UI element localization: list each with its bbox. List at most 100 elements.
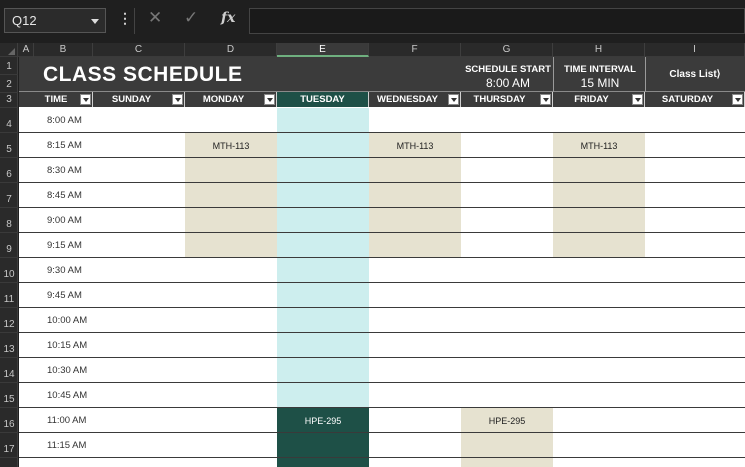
select-all-button[interactable] [0,43,18,57]
page-title: CLASS SCHEDULE [43,63,243,86]
time-row[interactable]: 10:00 AM [19,308,745,333]
row-header[interactable]: 7 [0,183,18,208]
header-tuesday-label: TUESDAY [300,94,345,105]
row-header[interactable]: 17 [0,433,18,458]
column-header-c[interactable]: C [93,43,185,57]
row-header[interactable]: 10 [0,258,18,283]
time-label: 8:45 AM [47,190,82,201]
time-label: 8:15 AM [47,140,82,151]
row-header[interactable]: 16 [0,408,18,433]
worksheet[interactable]: CLASS SCHEDULE SCHEDULE START 8:00 AM TI… [19,57,745,467]
row-header[interactable]: 8 [0,208,18,233]
title-bar: CLASS SCHEDULE SCHEDULE START 8:00 AM TI… [19,57,745,92]
enter-icon[interactable]: ✓ [184,8,198,28]
time-label: 10:00 AM [47,315,88,326]
filter-dropdown-icon[interactable] [632,94,643,105]
row-header[interactable]: 12 [0,308,18,333]
time-row[interactable]: 9:15 AM [19,233,745,258]
column-headers: A B C D E F G H I [0,43,745,57]
header-sunday: SUNDAY [93,92,185,107]
row-headers: 1 2 3 4 5 6 7 8 9 10 11 12 13 14 15 16 1… [0,57,18,467]
filter-dropdown-icon[interactable] [80,94,91,105]
row-header[interactable]: 14 [0,358,18,383]
time-label: 9:45 AM [47,290,82,301]
time-row[interactable]: 8:15 AM [19,133,745,158]
cancel-icon[interactable]: ✕ [148,8,162,28]
row-header[interactable]: 4 [0,108,18,133]
time-interval-label: TIME INTERVAL [564,64,636,75]
header-monday: MONDAY [185,92,277,107]
day-header-row: TIME SUNDAY MONDAY TUESDAY WEDNESDAY THU… [19,92,745,107]
row-header[interactable]: 9 [0,233,18,258]
header-saturday-label: SATURDAY [661,94,714,105]
class-list-link[interactable]: Class List⟩ [645,69,745,83]
chevron-down-icon[interactable] [91,19,99,24]
time-label: 11:15 AM [47,440,87,451]
header-tuesday: TUESDAY [277,92,369,107]
time-interval-value[interactable]: 15 MIN [554,76,646,90]
time-label: 8:30 AM [47,165,82,176]
time-label: 10:15 AM [47,340,88,351]
header-time: TIME [34,92,93,107]
header-time-label: TIME [44,94,68,105]
column-header-g[interactable]: G [461,43,553,57]
schedule-start-label: SCHEDULE START [465,64,551,75]
formula-input[interactable] [249,8,745,34]
name-box-value: Q12 [12,13,37,28]
header-sunday-label: SUNDAY [111,94,152,105]
time-row[interactable]: 10:30 AM [19,358,745,383]
time-label: 8:00 AM [47,115,82,126]
filter-dropdown-icon[interactable] [172,94,183,105]
filter-dropdown-icon[interactable] [264,94,275,105]
column-header-d[interactable]: D [185,43,277,57]
time-row[interactable]: 11:15 AM [19,433,745,458]
formula-bar: Q12 ⋮ ✕ ✓ fx [0,0,745,43]
column-header-i[interactable]: I [645,43,745,57]
row-header[interactable]: 6 [0,158,18,183]
column-header-b[interactable]: B [34,43,93,57]
select-all-icon [8,48,15,55]
header-wednesday: WEDNESDAY [369,92,461,107]
filter-dropdown-icon[interactable] [732,94,743,105]
header-friday: FRIDAY [553,92,645,107]
divider [134,8,135,34]
row-header[interactable]: 5 [0,133,18,158]
header-friday-label: FRIDAY [574,94,609,105]
header-monday-label: MONDAY [202,94,245,105]
column-header-h[interactable]: H [553,43,645,57]
row-header[interactable]: 15 [0,383,18,408]
time-row[interactable]: 10:15 AM [19,333,745,358]
name-box[interactable]: Q12 [4,8,106,33]
filter-dropdown-icon[interactable] [540,94,551,105]
time-row[interactable]: 9:45 AM [19,283,745,308]
row-header[interactable]: 3 [0,93,18,108]
time-row[interactable]: 10:45 AM [19,383,745,408]
row-header[interactable]: 11 [0,283,18,308]
header-thursday: THURSDAY [461,92,553,107]
row-header[interactable]: 2 [0,75,18,93]
column-header-f[interactable]: F [369,43,461,57]
time-label: 11:00 AM [47,415,87,426]
time-row[interactable]: 11:00 AM [19,408,745,433]
insert-function-icon[interactable]: fx [221,10,235,26]
time-label: 10:45 AM [47,390,88,401]
time-row[interactable]: 8:00 AM [19,108,745,133]
time-label: 9:30 AM [47,265,82,276]
row-header[interactable]: 1 [0,57,18,75]
schedule-start-value[interactable]: 8:00 AM [462,76,554,90]
time-row[interactable]: 9:00 AM [19,208,745,233]
column-header-e[interactable]: E [277,43,369,57]
column-header-a[interactable]: A [19,43,34,57]
time-label: 9:15 AM [47,240,82,251]
header-wednesday-label: WEDNESDAY [377,94,438,105]
time-row[interactable]: 9:30 AM [19,258,745,283]
header-saturday: SATURDAY [645,92,745,107]
header-thursday-label: THURSDAY [473,94,526,105]
more-options-icon[interactable]: ⋮ [118,10,132,27]
time-row[interactable]: 8:45 AM [19,183,745,208]
filter-dropdown-icon[interactable] [448,94,459,105]
time-label: 9:00 AM [47,215,82,226]
time-label: 10:30 AM [47,365,88,376]
time-row[interactable]: 8:30 AM [19,158,745,183]
row-header[interactable]: 13 [0,333,18,358]
